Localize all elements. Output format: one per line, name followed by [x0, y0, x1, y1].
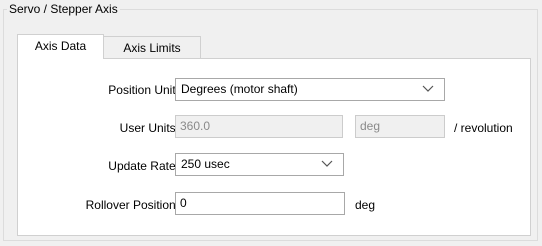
user-units-unit-field: deg — [355, 115, 445, 138]
position-unit-value: Degrees (motor shaft) — [181, 82, 298, 96]
position-unit-label: Position Unit: — [108, 83, 179, 97]
user-units-input[interactable]: 360.0 — [175, 115, 343, 138]
chevron-down-icon — [321, 160, 333, 167]
tab-axis-limits[interactable]: Axis Limits — [103, 36, 201, 58]
rollover-position-input[interactable]: 0 — [175, 192, 345, 215]
rollover-position-label: Rollover Position: — [85, 198, 179, 212]
update-rate-label: Update Rate: — [108, 159, 179, 173]
position-unit-select[interactable]: Degrees (motor shaft) — [175, 78, 445, 101]
per-revolution-label: / revolution — [454, 121, 513, 135]
rollover-unit-label: deg — [355, 198, 376, 212]
axis-data-panel: Position Unit: Degrees (motor shaft) Use… — [17, 58, 531, 236]
update-rate-value: 250 usec — [181, 157, 230, 171]
user-units-label: User Units: — [119, 121, 179, 135]
group-title: Servo / Stepper Axis — [7, 2, 120, 17]
chevron-down-icon — [422, 85, 434, 92]
tab-axis-data[interactable]: Axis Data — [17, 34, 104, 59]
update-rate-select[interactable]: 250 usec — [175, 153, 344, 176]
